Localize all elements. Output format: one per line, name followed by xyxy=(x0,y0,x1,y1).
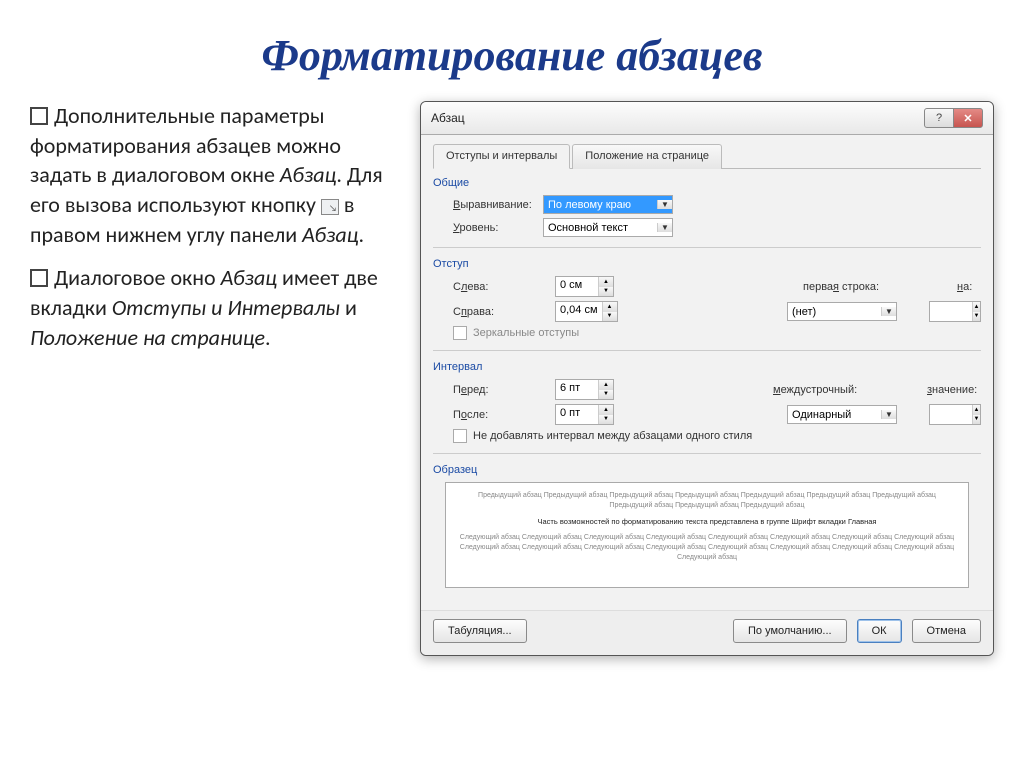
right-label: Справа: xyxy=(453,306,543,318)
section-indent: Отступ xyxy=(433,258,981,270)
ok-button[interactable]: ОК xyxy=(857,619,902,643)
section-spacing: Интервал xyxy=(433,361,981,373)
linespacing-combo[interactable]: Одинарный▼ xyxy=(787,405,897,424)
left-spin[interactable]: 0 см ▲▼ xyxy=(555,276,614,297)
firstline-value-spin[interactable]: ▲▼ xyxy=(929,301,981,322)
paragraph-dialog: Абзац ? ✕ Отступы и интервалы Положение … xyxy=(420,101,994,656)
alignment-label: Выравнивание: xyxy=(453,199,543,211)
dialog-titlebar: Абзац ? ✕ xyxy=(421,102,993,135)
description-column: Дополнительные параметры форматирования … xyxy=(30,101,400,656)
bullet-1: Дополнительные параметры форматирования … xyxy=(30,101,400,249)
close-button[interactable]: ✕ xyxy=(953,108,983,128)
firstline-label: первая строка: xyxy=(803,281,893,293)
preview-box: Предыдущий абзац Предыдущий абзац Предыд… xyxy=(445,482,969,588)
section-preview: Образец xyxy=(433,464,981,476)
launcher-icon xyxy=(321,199,339,215)
linespacing-label: междустрочный: xyxy=(773,384,873,396)
bullet-2: Диалоговое окно Абзац имеет две вкладки … xyxy=(30,263,400,352)
mirror-checkbox[interactable]: Зеркальные отступы xyxy=(453,326,981,340)
bullet-icon xyxy=(30,269,48,287)
after-spin[interactable]: 0 пт ▲▼ xyxy=(555,404,614,425)
help-button[interactable]: ? xyxy=(924,108,954,128)
linespacing-value-spin[interactable]: ▲▼ xyxy=(929,404,981,425)
tab-indents[interactable]: Отступы и интервалы xyxy=(433,144,570,169)
before-spin[interactable]: 6 пт ▲▼ xyxy=(555,379,614,400)
dialog-title: Абзац xyxy=(431,111,465,125)
tab-position[interactable]: Положение на странице xyxy=(572,144,722,169)
on-label: на: xyxy=(957,281,981,293)
noadd-checkbox[interactable]: Не добавлять интервал между абзацами одн… xyxy=(453,429,981,443)
cancel-button[interactable]: Отмена xyxy=(912,619,981,643)
section-general: Общие xyxy=(433,177,981,189)
value-label: значение: xyxy=(927,384,981,396)
firstline-combo[interactable]: (нет)▼ xyxy=(787,302,897,321)
default-button[interactable]: По умолчанию... xyxy=(733,619,847,643)
before-label: Перед: xyxy=(453,384,543,396)
left-label: Слева: xyxy=(453,281,543,293)
level-combo[interactable]: Основной текст▼ xyxy=(543,218,673,237)
bullet-icon xyxy=(30,107,48,125)
tabs-button[interactable]: Табуляция... xyxy=(433,619,527,643)
after-label: После: xyxy=(453,409,543,421)
level-label: Уровень: xyxy=(453,222,543,234)
right-spin[interactable]: 0,04 см ▲▼ xyxy=(555,301,618,322)
page-title: Форматирование абзацев xyxy=(30,30,994,81)
alignment-combo[interactable]: По левому краю▼ xyxy=(543,195,673,214)
